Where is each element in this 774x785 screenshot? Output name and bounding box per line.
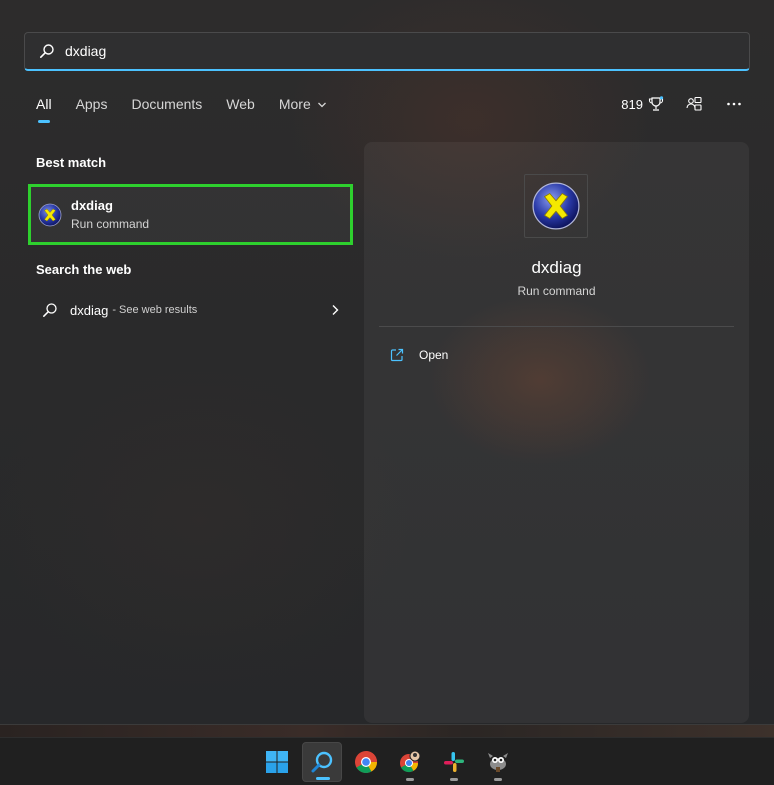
best-match-result[interactable]: dxdiag Run command [28,184,353,245]
chevron-down-icon [317,102,326,108]
details-app-icon-frame [524,174,588,238]
rewards-points[interactable]: 819 [621,96,664,112]
search-icon [39,44,54,58]
search-web-heading: Search the web [36,262,132,277]
dxdiag-app-icon [532,182,580,230]
chrome-icon [355,751,377,773]
rewards-points-value: 819 [621,96,643,112]
running-indicator [494,778,502,781]
chevron-right-icon [332,305,339,315]
top-right-controls: 819 [621,94,744,114]
chrome-profile-icon [400,750,421,773]
account-switch-button[interactable] [684,94,704,114]
web-search-query: dxdiag [70,302,109,318]
search-box[interactable] [24,32,750,71]
taskbar-gimp[interactable] [478,742,518,782]
dxdiag-app-icon [38,203,62,226]
open-action[interactable]: Open [390,348,448,362]
running-indicator [406,778,414,781]
tab-documents[interactable]: Documents [131,96,202,124]
tab-apps[interactable]: Apps [76,96,108,124]
trophy-icon [648,96,664,111]
start-button[interactable] [257,742,297,782]
running-indicator [450,778,458,781]
taskbar-chrome[interactable] [346,742,386,782]
more-options-button[interactable] [724,94,744,114]
details-app-name: dxdiag [531,258,582,277]
tab-all[interactable]: All [36,96,52,124]
tab-more-label: More [278,96,311,112]
best-match-name: dxdiag [71,198,113,213]
open-external-icon [390,348,404,362]
taskbar-chrome-profile[interactable] [390,742,430,782]
best-match-heading: Best match [36,155,107,170]
taskbar-slack[interactable] [434,742,474,782]
active-indicator [316,777,330,780]
taskbar-search-button[interactable] [302,742,342,782]
desktop-wallpaper-strip [0,725,774,737]
web-search-suffix: - See web results [112,304,198,316]
details-divider [379,326,734,327]
tab-more[interactable]: More [279,96,327,124]
best-match-text: dxdiag Run command [71,198,149,231]
search-input[interactable] [65,43,705,59]
gimp-icon [488,753,508,772]
filter-tabs: All Apps Documents Web More [36,96,351,124]
start-search-panel: All Apps Documents Web More 819 Best mat… [0,0,774,725]
taskbar [0,737,774,785]
details-app-subtitle: Run command [517,284,596,298]
details-pane: dxdiag Run command Open [364,142,749,723]
search-icon [311,751,333,773]
tab-web[interactable]: Web [226,96,255,124]
windows-logo-icon [266,751,288,773]
people-icon [686,96,702,111]
best-match-subtitle: Run command [71,217,150,231]
slack-icon [444,752,464,772]
search-icon [43,303,57,317]
open-action-label: Open [419,348,449,362]
web-search-result[interactable]: dxdiag - See web results [36,295,346,325]
ellipsis-icon [727,102,741,106]
